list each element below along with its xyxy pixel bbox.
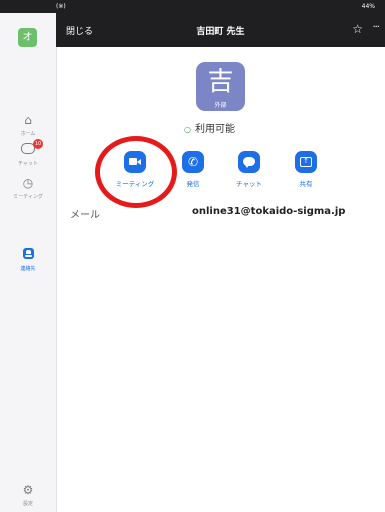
star-icon[interactable]: ☆: [352, 22, 363, 36]
email-label: メール: [70, 210, 100, 221]
chat-button[interactable]: チャット: [224, 151, 274, 188]
battery-indicator: 44%: [361, 3, 375, 10]
contacts-icon: [21, 248, 35, 262]
sidebar: オ ⌂ ホーム 10 チャット ◷ ミーティング 連絡先 ⚙ 設定: [0, 13, 57, 512]
sidebar-item-contacts[interactable]: 連絡先: [0, 248, 56, 272]
gear-icon: ⚙: [22, 483, 34, 497]
unread-badge: 10: [33, 139, 43, 149]
action-label: チャット: [236, 180, 262, 188]
page-title: 吉田町 先生: [196, 27, 245, 37]
share-screen-icon: ↑: [295, 151, 317, 173]
presence-label: 利用可能: [194, 124, 235, 135]
avatar-initial: 吉: [207, 67, 234, 97]
clock-icon: ◷: [22, 176, 34, 190]
presence-dot-icon: ○: [184, 125, 191, 134]
user-avatar[interactable]: オ: [18, 28, 37, 47]
sidebar-item-label: チャット: [18, 161, 38, 167]
status-bar-left: (※): [56, 3, 66, 10]
external-tag: 外部: [214, 102, 227, 109]
sidebar-item-chat[interactable]: 10 チャット: [0, 139, 56, 167]
presence-status: ○ 利用可能: [184, 120, 235, 135]
sidebar-item-label: 設定: [22, 501, 33, 507]
header-bar: 閉じる 吉田町 先生 ☆ ···: [56, 13, 385, 47]
contact-avatar: 吉 外部: [196, 62, 245, 111]
more-icon[interactable]: ···: [372, 22, 379, 33]
sidebar-item-settings[interactable]: ⚙ 設定: [0, 483, 56, 507]
sidebar-item-home[interactable]: ⌂ ホーム: [0, 113, 56, 137]
sidebar-item-label: ミーティング: [13, 194, 43, 200]
share-button[interactable]: ↑ 共有: [281, 151, 331, 188]
highlight-circle: [95, 136, 177, 208]
sidebar-item-label: 連絡先: [20, 266, 36, 272]
sidebar-item-label: ホーム: [20, 131, 36, 137]
action-label: 共有: [299, 180, 313, 188]
sidebar-item-meetings[interactable]: ◷ ミーティング: [0, 176, 56, 200]
email-value[interactable]: online31@tokaido-sigma.jp: [192, 206, 345, 217]
chat-bubble-icon: [238, 151, 260, 173]
phone-icon: ✆: [182, 151, 204, 173]
status-bar: (※) 44%: [0, 0, 385, 13]
home-icon: ⌂: [24, 113, 32, 127]
